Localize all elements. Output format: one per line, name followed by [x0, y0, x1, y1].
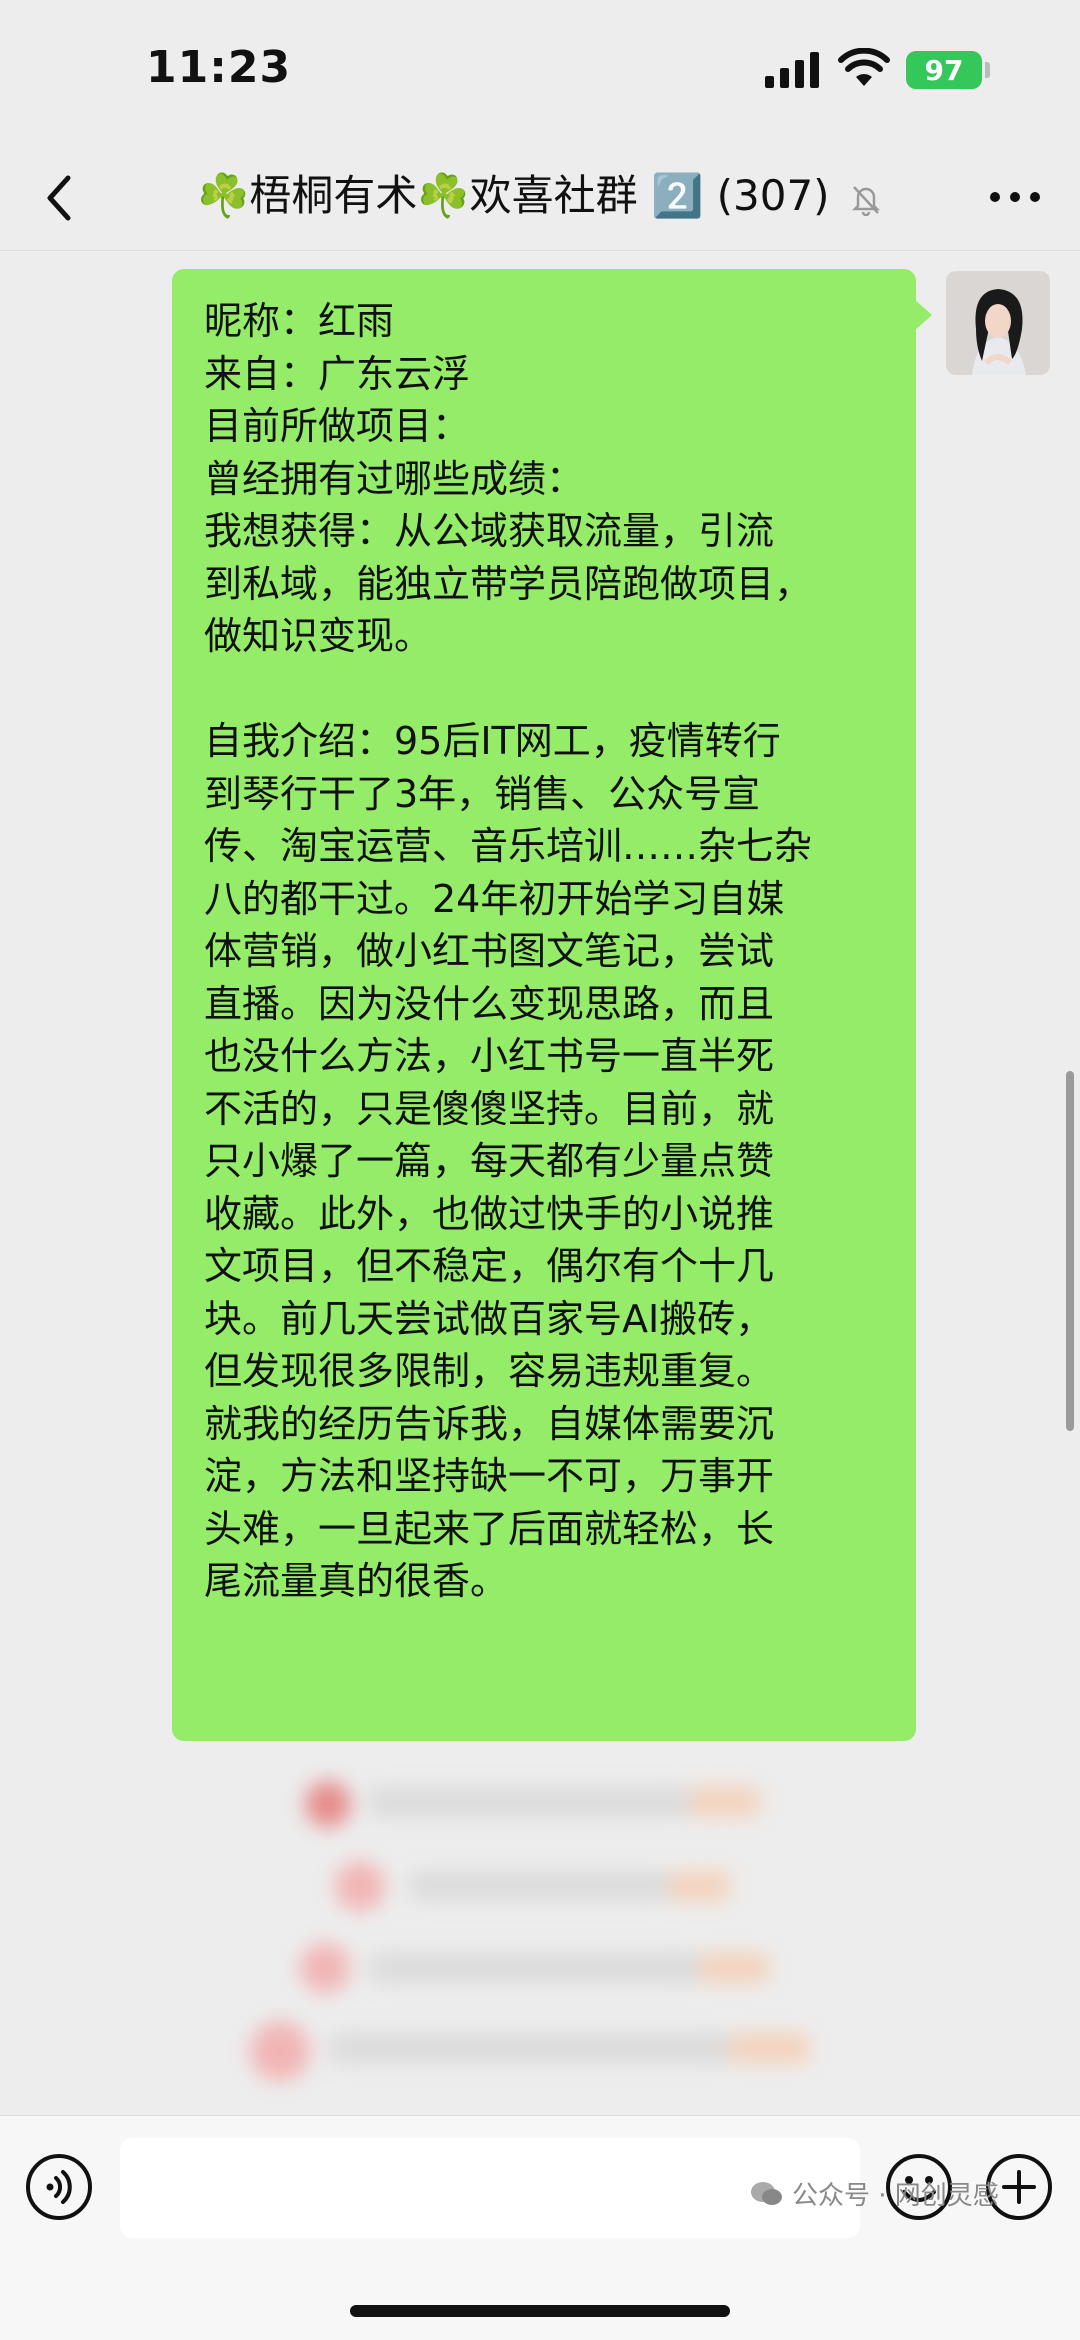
status-time: 11:23	[146, 42, 292, 93]
message-line: 传、淘宝运营、音乐培训……杂七杂	[204, 824, 813, 868]
message-line: 来自：广东云浮	[204, 351, 471, 396]
message-line: 曾经拥有过哪些成绩：	[204, 456, 585, 501]
chat-title: ☘️梧桐有术☘️欢喜社群 2️⃣ (307)	[150, 162, 930, 223]
back-chevron-icon[interactable]	[30, 168, 90, 228]
message-line: 不活的，只是傻傻坚持。目前，就	[204, 1086, 775, 1131]
more-options-button[interactable]	[980, 172, 1050, 222]
message-line: 只小爆了一篇，每天都有少量点赞	[204, 1139, 775, 1183]
message-line: 淀，方法和坚持缺一不可，万事开	[204, 1454, 775, 1498]
battery-indicator: 97	[906, 51, 982, 89]
status-bar: 11:23 97	[0, 0, 1080, 140]
message-line: 目前所做项目：	[204, 404, 471, 448]
home-indicator	[350, 2305, 730, 2317]
wifi-icon	[838, 48, 890, 86]
message-line: 但发现很多限制，容易违规重复。	[204, 1349, 775, 1393]
message-line: 收藏。此外，也做过快手的小说推	[204, 1191, 775, 1236]
battery-tip	[985, 62, 990, 78]
scrollbar[interactable]	[1066, 1071, 1074, 1431]
ellipsis-icon	[990, 192, 1040, 202]
message-line: 八的都干过。24年初开始学习自媒	[204, 876, 785, 921]
message-line: 做知识变现。	[204, 614, 433, 658]
sender-avatar[interactable]	[946, 271, 1050, 375]
message-line: 头难，一旦起来了后面就轻松，长	[204, 1506, 775, 1551]
watermark: 公众号 · 网创灵感	[750, 2175, 999, 2212]
watermark-text: 公众号 · 网创灵感	[792, 2181, 999, 2211]
message-line: 文项目，但不稳定，偶尔有个十几	[204, 1244, 775, 1288]
blurred-system-notices	[0, 1771, 1080, 2131]
message-line: 我想获得：从公域获取流量，引流	[204, 509, 775, 553]
chat-area[interactable]: 昵称：红雨来自：广东云浮 目前所做项目： 曾经拥有过哪些成绩： 我想获得：从公域获取流…	[0, 251, 1080, 2131]
message-bubble[interactable]: 昵称：红雨来自：广东云浮 目前所做项目： 曾经拥有过哪些成绩： 我想获得：从公域获取流…	[172, 269, 916, 1741]
message-line: 体营销，做小红书图文笔记，尝试	[204, 929, 775, 973]
message-line: 自我介绍：95后IT网工，疫情转行	[204, 719, 781, 763]
message-line: 到私域，能独立带学员陪跑做项目，	[204, 561, 813, 606]
cellular-signal-icon	[765, 52, 819, 88]
wechat-icon	[751, 2181, 782, 2205]
message-line: 昵称：红雨	[204, 299, 395, 343]
message-input[interactable]	[120, 2138, 860, 2238]
message-line: 也没什么方法，小红书号一直半死	[204, 1034, 775, 1078]
voice-icon	[46, 2170, 72, 2204]
chat-header: ☘️梧桐有术☘️欢喜社群 2️⃣ (307)	[0, 140, 1080, 251]
message-line: 块。前几天尝试做百家号AI搬砖，	[204, 1296, 774, 1341]
message-line: 直播。因为没什么变现思路，而且	[204, 981, 775, 1026]
chat-title-text: ☘️梧桐有术☘️欢喜社群 2️⃣ (307)	[197, 171, 830, 220]
message-line: 到琴行干了3年，销售、公众号宣	[204, 771, 761, 816]
bubble-tail	[914, 299, 932, 331]
message-line: 就我的经历告诉我，自媒体需要沉	[204, 1401, 775, 1446]
voice-button[interactable]	[26, 2154, 92, 2220]
message-line: 尾流量真的很香。	[204, 1559, 509, 1603]
avatar-portrait-icon	[946, 271, 1050, 375]
bell-off-icon	[851, 185, 880, 216]
